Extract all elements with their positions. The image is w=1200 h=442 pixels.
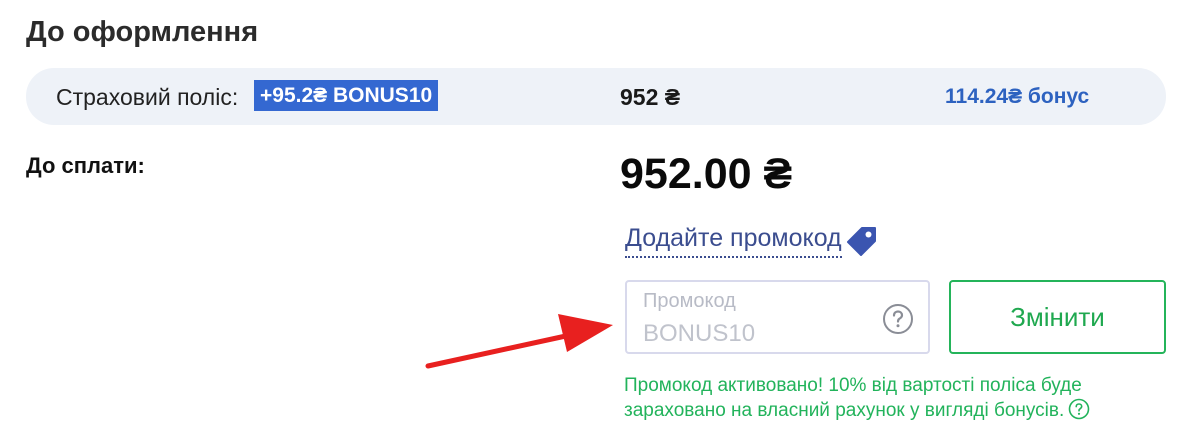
- section-title: До оформлення: [26, 16, 259, 48]
- tag-icon[interactable]: [845, 224, 879, 258]
- add-promocode-link[interactable]: Додайте промокод: [625, 224, 842, 258]
- promo-bonus-badge: +95.2₴ BONUS10: [254, 80, 439, 111]
- policy-label: Страховий поліс:: [56, 84, 239, 110]
- change-promocode-button[interactable]: Змінити: [949, 280, 1166, 354]
- promocode-field-label: Промокод: [643, 290, 736, 312]
- success-message-text: Промокод активовано! 10% від вартості по…: [624, 375, 1082, 421]
- checkout-page: До оформлення Страховий поліс: +95.2₴ BO…: [0, 0, 1200, 442]
- policy-summary-row: Страховий поліс: +95.2₴ BONUS10 952 ₴ 11…: [26, 68, 1166, 125]
- total-amount: 952.00 ₴: [620, 150, 793, 198]
- promocode-input[interactable]: [643, 320, 873, 348]
- bonus-amount: 114.24₴ бонус: [945, 85, 1090, 108]
- question-circle-icon[interactable]: [1068, 398, 1090, 420]
- question-circle-icon[interactable]: [882, 303, 914, 335]
- promocode-field[interactable]: Промокод: [625, 280, 930, 354]
- promocode-success-message: Промокод активовано! 10% від вартості по…: [624, 374, 1164, 423]
- policy-price: 952 ₴: [620, 84, 681, 110]
- total-label: До сплати:: [26, 153, 145, 178]
